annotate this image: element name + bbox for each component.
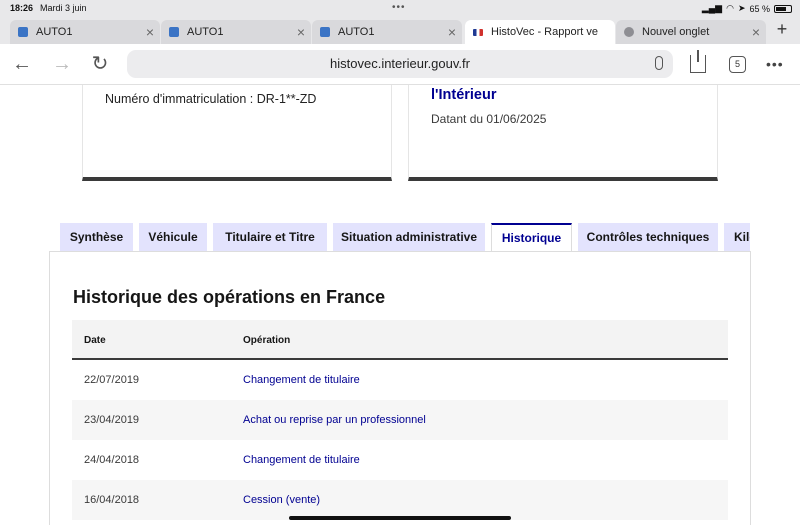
close-icon[interactable]: × (746, 24, 766, 40)
history-table: Date Opération 22/07/2019 Changement de … (72, 320, 728, 520)
multitask-dots-icon[interactable]: ••• (392, 2, 406, 13)
browser-tab-strip: AUTO1 × AUTO1 × AUTO1 × HistoVec - Rappo… (0, 17, 800, 44)
battery-percent: 65 % (749, 3, 770, 14)
browser-tab-new[interactable]: Nouvel onglet × (616, 20, 766, 44)
tab-kilometrage[interactable]: Kilo (724, 223, 750, 252)
address-bar[interactable]: histovec.interieur.gouv.fr (127, 50, 673, 78)
wifi-icon: ◠ (726, 3, 734, 13)
status-right: ▂▄▆ ◠ ➤ 65 % (702, 3, 792, 14)
source-org-title: l'Intérieur (431, 87, 497, 103)
back-arrow-icon[interactable]: ← (10, 53, 34, 75)
row-date: 24/04/2018 (84, 454, 140, 466)
row-operation: Changement de titulaire (243, 374, 360, 386)
page-content: Numéro d'immatriculation : DR-1**-ZD l'I… (0, 85, 800, 525)
auto1-logo-icon (169, 27, 179, 37)
close-icon[interactable]: × (442, 24, 462, 40)
browser-toolbar: ← → ↻ histovec.interieur.gouv.fr 5 ••• (0, 44, 800, 85)
browser-tab-auto1-2[interactable]: AUTO1 × (161, 20, 311, 44)
row-operation: Changement de titulaire (243, 454, 360, 466)
more-icon[interactable]: ••• (766, 56, 784, 72)
table-row: 16/04/2018 Cession (vente) (72, 480, 728, 520)
location-icon: ➤ (737, 3, 746, 13)
source-card: l'Intérieur Datant du 01/06/2025 (408, 85, 718, 181)
vehicle-card: Numéro d'immatriculation : DR-1**-ZD (82, 85, 392, 181)
tab-controles-techniques[interactable]: Contrôles techniques (578, 223, 718, 252)
tab-historique[interactable]: Historique (491, 223, 572, 252)
browser-tab-auto1-3[interactable]: AUTO1 × (312, 20, 462, 44)
browser-tab-histovec[interactable]: HistoVec - Rapport ve (465, 20, 615, 44)
tab-situation-administrative[interactable]: Situation administrative (333, 223, 485, 252)
status-time: 18:26 (10, 3, 34, 13)
table-row: 24/04/2018 Changement de titulaire (72, 440, 728, 480)
forward-arrow-icon[interactable]: → (50, 53, 74, 75)
history-title: Historique des opérations en France (73, 287, 386, 307)
microphone-icon[interactable] (655, 56, 663, 70)
browser-tab-auto1-1[interactable]: AUTO1 × (10, 20, 160, 44)
french-flag-icon (473, 28, 483, 36)
new-tab-button[interactable]: + (768, 19, 796, 43)
row-operation: Cession (vente) (243, 494, 321, 506)
table-row: 22/07/2019 Changement de titulaire (72, 360, 728, 400)
auto1-logo-icon (18, 27, 28, 37)
tab-label: AUTO1 (338, 26, 375, 38)
status-date: Mardi 3 juin (40, 3, 87, 13)
table-header: Date Opération (72, 320, 728, 360)
tab-vehicule[interactable]: Véhicule (139, 223, 207, 252)
tab-label: AUTO1 (187, 26, 224, 38)
battery-icon (774, 4, 792, 13)
globe-icon (624, 27, 634, 37)
row-operation: Achat ou reprise par un professionnel (243, 414, 426, 426)
url-text: histovec.interieur.gouv.fr (330, 56, 470, 71)
tab-titulaire[interactable]: Titulaire et Titre (213, 223, 327, 252)
status-bar: 18:26 Mardi 3 juin ••• ▂▄▆ ◠ ➤ 65 % (0, 0, 800, 17)
auto1-logo-icon (320, 27, 330, 37)
registration-number: Numéro d'immatriculation : DR-1**-ZD (105, 92, 317, 106)
close-icon[interactable]: × (291, 24, 311, 40)
close-icon[interactable]: × (140, 24, 160, 40)
report-tabs: Synthèse Véhicule Titulaire et Titre Sit… (60, 223, 750, 252)
row-date: 23/04/2019 (84, 414, 140, 426)
share-icon[interactable] (690, 50, 706, 73)
signal-icon: ▂▄▆ (701, 3, 723, 13)
column-header-operation: Opération (243, 335, 291, 346)
tab-label: Nouvel onglet (642, 26, 710, 38)
tab-label: HistoVec - Rapport ve (491, 26, 598, 38)
tab-label: AUTO1 (36, 26, 73, 38)
tab-synthese[interactable]: Synthèse (60, 223, 133, 252)
report-date: Datant du 01/06/2025 (431, 112, 547, 126)
table-row: 23/04/2019 Achat ou reprise par un profe… (72, 400, 728, 440)
reload-icon[interactable]: ↻ (88, 53, 112, 75)
row-date: 16/04/2018 (84, 494, 140, 506)
home-indicator[interactable] (289, 516, 511, 520)
column-header-date: Date (84, 335, 106, 346)
tab-count-button[interactable]: 5 (729, 56, 746, 73)
history-panel: Historique des opérations en France Date… (49, 251, 751, 525)
row-date: 22/07/2019 (84, 374, 140, 386)
